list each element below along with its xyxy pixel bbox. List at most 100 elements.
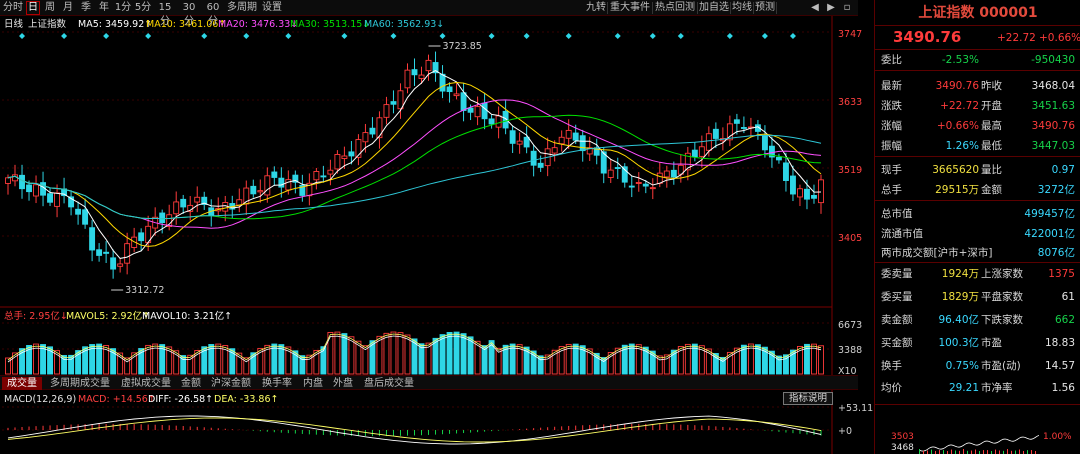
event-marker — [677, 33, 684, 39]
mini-intraday-line — [919, 434, 1039, 454]
toolbar-button[interactable]: 九转 — [585, 1, 607, 15]
toolbar-button[interactable]: 热点回测 — [653, 1, 697, 15]
quote-value: 1.26% — [945, 140, 979, 152]
candle-body — [446, 86, 453, 93]
quote-label: 最低 — [981, 140, 1002, 152]
candle-body — [551, 147, 558, 154]
ma-legend-label: MA60: 3562.93↓ — [364, 19, 444, 30]
quote-value: 14.57 — [1044, 360, 1075, 372]
indicator-tab[interactable]: 内盘 — [300, 377, 326, 390]
last-price: 3490.76 — [893, 28, 962, 46]
indicator-tab[interactable]: 外盘 — [330, 377, 356, 390]
toolbar-button[interactable]: 均线 — [731, 1, 753, 15]
quote-row: 涨幅 +0.66% 最高 3490.76 — [879, 116, 1079, 136]
period-tab[interactable]: 季 — [78, 1, 94, 15]
candle-body — [54, 192, 61, 207]
indicator-tab[interactable]: 虚拟成交量 — [118, 377, 174, 390]
quote-value: -950430 — [1031, 54, 1075, 66]
event-marker — [761, 33, 768, 39]
quote-row: 总市值 499457亿 — [879, 204, 1079, 224]
indicator-tab[interactable]: 盘后成交量 — [360, 377, 418, 390]
indicator-tab[interactable]: 沪深金额 — [208, 377, 254, 390]
toolbar-button[interactable]: 重大事件 — [608, 1, 652, 15]
quote-row: 现手 3665620 量比 0.97 — [879, 160, 1079, 180]
period-tab[interactable]: 5分 — [134, 1, 152, 15]
candle-body — [117, 263, 124, 267]
period-tab[interactable]: 周 — [42, 1, 58, 15]
candle-body — [362, 132, 369, 143]
period-tab[interactable]: 年 — [96, 1, 112, 15]
ma-legend-label: MA30: 3513.15↓ — [290, 19, 370, 30]
candle-body — [614, 167, 621, 169]
stock-title: 上证指数 000001 — [918, 5, 1038, 21]
period-tab[interactable]: 多周期 — [226, 1, 258, 15]
quote-value: -2.53% — [941, 54, 979, 66]
period-tab[interactable]: 设置 — [260, 1, 284, 15]
candle-body — [782, 162, 789, 181]
candle-body — [467, 107, 474, 113]
price-change: +22.72 — [997, 32, 1036, 44]
period-toolbar: 分时日周月季年 1分 5分 15分 30分 60分 多周期 设置 九转 重大事件 热点回测 加自选 均线… — [0, 0, 858, 27]
candle-body — [502, 110, 509, 129]
quote-value: 8076亿 — [1037, 247, 1075, 259]
window-icon[interactable]: ▫ — [840, 1, 854, 15]
period-tab[interactable]: 30分 — [178, 1, 200, 27]
candle-body — [818, 179, 824, 204]
candle-body — [537, 162, 544, 168]
quote-value: 499457亿 — [1024, 208, 1075, 220]
event-marker — [285, 33, 292, 39]
quote-label: 均价 — [881, 382, 902, 394]
quote-value: 3490.76 — [935, 80, 979, 92]
quote-value: 1829万 — [941, 291, 979, 303]
quote-label: 委卖量 — [881, 268, 913, 280]
volume-bar — [439, 334, 446, 375]
period-tab[interactable]: 月 — [60, 1, 76, 15]
quote-row: 总手 29515万 金额 3272亿 — [879, 180, 1079, 200]
indicator-explain-button[interactable]: 指标说明 — [783, 392, 833, 405]
candle-body — [698, 146, 705, 157]
candle-body — [327, 169, 334, 175]
event-marker — [243, 33, 250, 39]
candle-body — [481, 102, 488, 120]
volume-bar — [390, 331, 397, 375]
candle-body — [194, 196, 201, 203]
price-axis-label: 3747 — [838, 29, 862, 40]
ma-legend-label: MA5: 3459.92↑ — [78, 19, 152, 30]
quote-label: 委买量 — [881, 291, 913, 303]
candle-body — [180, 198, 187, 208]
chart-period-label: 日线 — [4, 18, 24, 30]
quote-row: 涨跌 +22.72 开盘 3451.63 — [879, 96, 1079, 116]
indicator-tab[interactable]: 成交量 — [2, 377, 42, 390]
toolbar-button[interactable]: 预测 — [754, 1, 776, 15]
volume-bar — [397, 332, 404, 375]
event-marker — [390, 33, 397, 39]
period-tab[interactable]: 1分 — [114, 1, 132, 15]
candle-body — [579, 135, 586, 152]
candle-body — [733, 119, 740, 124]
indicator-tab[interactable]: 多周期成交量 — [46, 377, 114, 390]
divider — [875, 262, 1080, 263]
chevron-left-icon[interactable]: ◀ — [808, 1, 822, 15]
event-marker — [789, 33, 796, 39]
quote-label: 现手 — [881, 164, 902, 176]
quote-label: 总市值 — [881, 208, 913, 220]
candle-body — [89, 227, 96, 251]
indicator-tab[interactable]: 换手率 — [258, 377, 296, 390]
candle-body — [761, 135, 768, 151]
quote-value: 0.75% — [945, 360, 979, 372]
period-tab[interactable]: 15分 — [154, 1, 176, 27]
event-marker — [488, 33, 495, 39]
period-tab[interactable]: 日 — [26, 1, 40, 15]
quote-row: 委卖量 1924万 上涨家数 1375 — [879, 264, 1079, 284]
candle-body — [222, 202, 229, 212]
period-tab[interactable]: 60分 — [202, 1, 224, 27]
divider — [875, 70, 1080, 71]
candle-body — [740, 127, 747, 129]
quote-value: 1924万 — [941, 268, 979, 280]
period-tab[interactable]: 分时 — [2, 1, 24, 15]
indicator-tab[interactable]: 金额 — [178, 377, 204, 390]
quote-value: 3468.04 — [1031, 80, 1075, 92]
event-marker — [201, 33, 208, 39]
toolbar-button[interactable]: 加自选 — [698, 1, 730, 15]
chevron-right-icon[interactable]: ▶ — [824, 1, 838, 15]
